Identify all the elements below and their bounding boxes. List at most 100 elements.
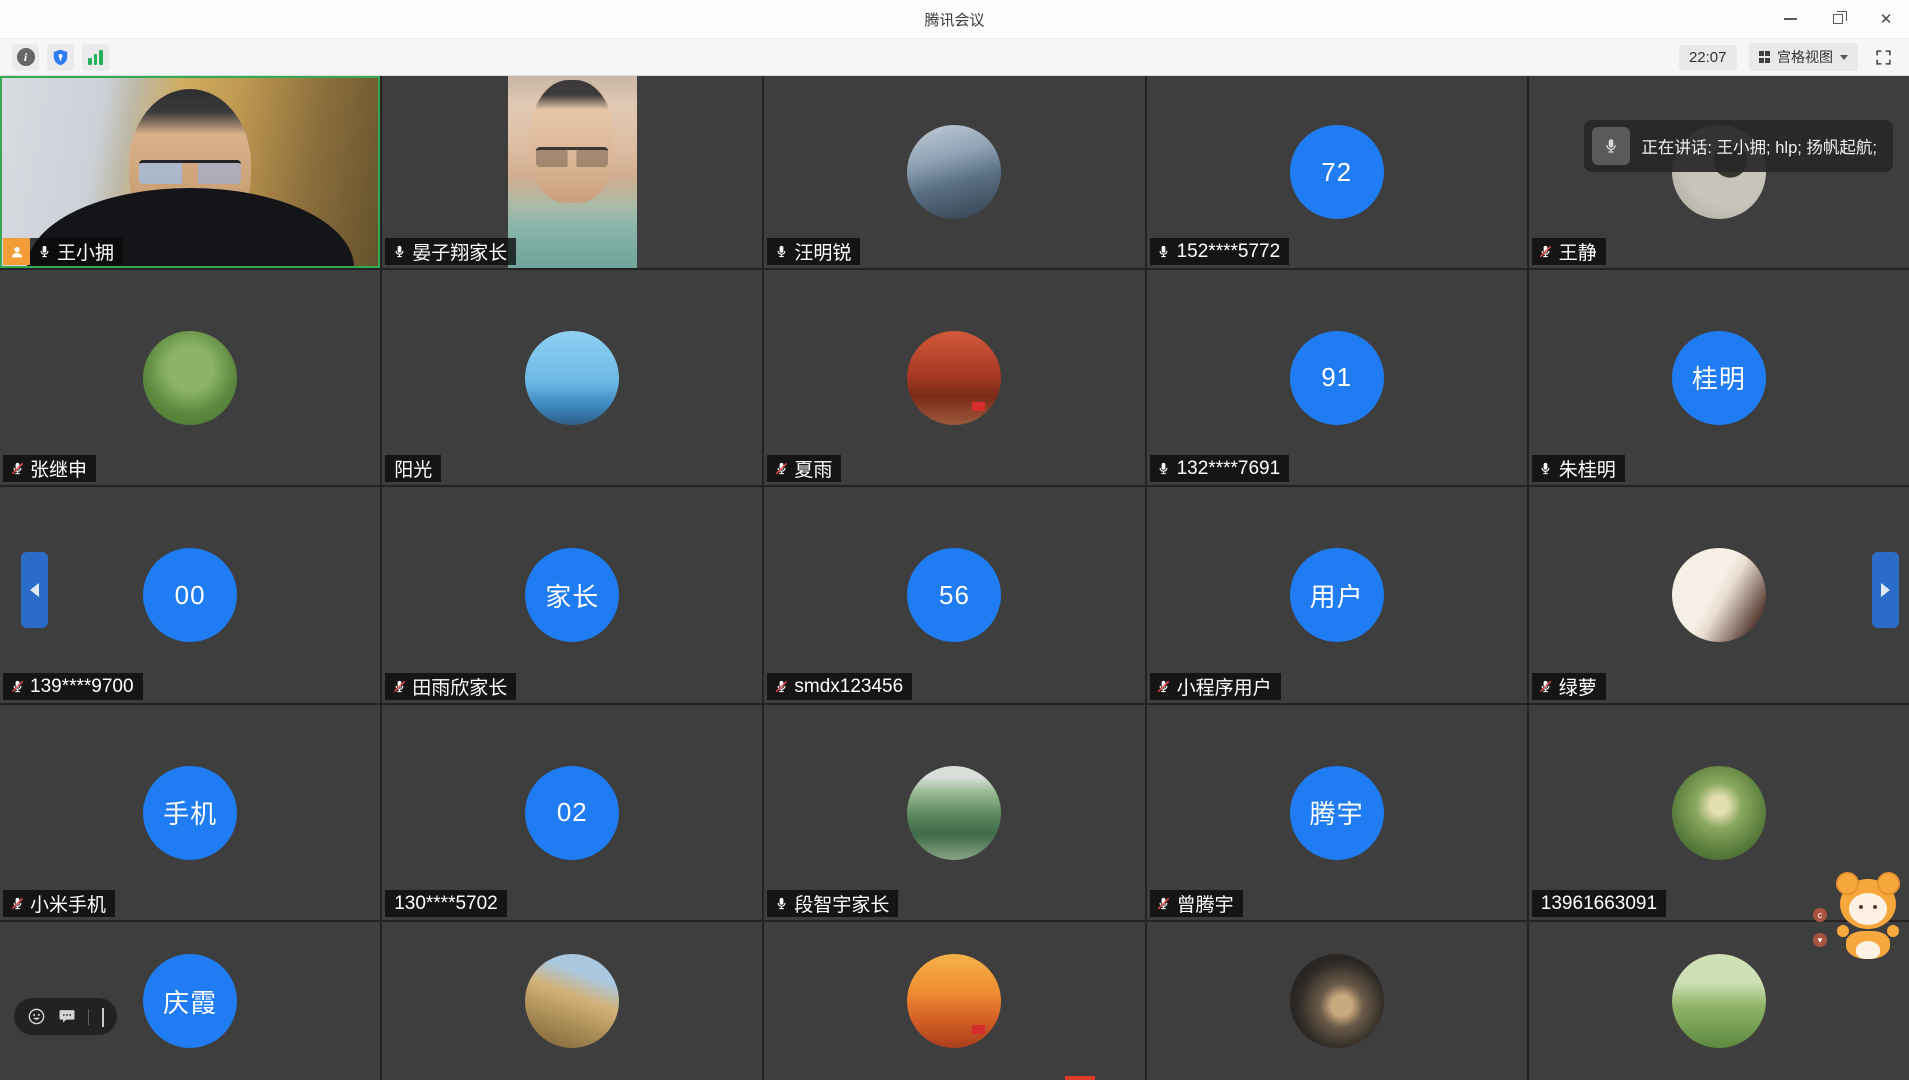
participant-label: 段智宇家长	[767, 890, 899, 917]
fullscreen-button[interactable]	[1870, 44, 1897, 71]
prev-page-button[interactable]	[21, 552, 48, 628]
sticker-dot: ▾	[1813, 933, 1827, 947]
speaking-toast: 正在讲话: 王小拥; hlp; 扬帆起航;	[1584, 120, 1893, 172]
mic-muted-icon	[1538, 243, 1554, 261]
quick-actions-bar	[14, 998, 117, 1035]
participant-label: 夏雨	[767, 455, 842, 482]
next-page-button[interactable]	[1872, 552, 1899, 628]
participant-label: 汪明锐	[767, 238, 861, 265]
participant-tile[interactable]: 张继申	[0, 270, 381, 485]
speaking-text: 正在讲话: 王小拥; hlp; 扬帆起航;	[1641, 139, 1877, 157]
participant-tile[interactable]: 手机 小米手机	[0, 705, 381, 920]
security-shield-icon	[53, 49, 68, 65]
participant-label: 张继申	[3, 455, 97, 482]
meeting-window: 腾讯会议 ✕ i 22:07 宫格视图 正在讲话: 王小拥; hlp; 扬帆起航…	[0, 0, 1909, 1080]
mic-muted-icon	[9, 678, 25, 696]
participant-tile[interactable]: 王小拥	[0, 76, 381, 268]
participant-name: 曾腾宇	[1176, 895, 1234, 916]
participant-tile[interactable]: 91 132****7691	[1146, 270, 1527, 485]
mascot-body	[1846, 931, 1890, 959]
mic-on-icon	[391, 243, 407, 261]
participant-name: 小米手机	[30, 895, 107, 916]
participant-tile[interactable]: 02 130****5702	[382, 705, 763, 920]
participant-name: 段智宇家长	[794, 895, 890, 916]
participant-tile[interactable]: 腾宇 曾腾宇	[1146, 705, 1527, 920]
participant-label: 朱桂明	[1531, 455, 1625, 482]
avatar-text: 00	[174, 579, 206, 610]
emoji-reaction-icon	[28, 1008, 45, 1025]
participant-tile[interactable]: 夏雨	[764, 270, 1145, 485]
meeting-info-button[interactable]: i	[12, 43, 39, 71]
participant-tile[interactable]: 用户 小程序用户	[1146, 487, 1527, 703]
participant-tile[interactable]	[382, 922, 763, 1080]
emoji-reaction-button[interactable]	[27, 1007, 46, 1026]
avatar: 桂明	[1671, 330, 1766, 425]
sticker-dot: c	[1813, 908, 1827, 922]
person-icon	[11, 246, 22, 257]
security-button[interactable]	[47, 43, 74, 71]
participant-label: 曾腾宇	[1149, 890, 1243, 917]
participant-label: 王静	[1531, 238, 1606, 265]
participant-tile[interactable]: 家长 田雨欣家长	[382, 487, 763, 703]
participant-label: smdx123456	[767, 673, 913, 700]
video-person-body	[530, 79, 615, 203]
participant-name: 130****5702	[394, 892, 498, 914]
toolbar-right: 22:07 宫格视图	[1678, 43, 1897, 71]
avatar-text: 桂明	[1691, 364, 1746, 394]
participant-name: 阳光	[394, 460, 433, 481]
mic-on-icon	[773, 243, 789, 261]
avatar-photo-anime	[1671, 548, 1766, 642]
participant-name: 13961663091	[1540, 892, 1658, 914]
restore-icon	[1833, 11, 1847, 24]
minimize-button[interactable]	[1781, 10, 1799, 28]
view-mode-button[interactable]: 宫格视图	[1748, 43, 1858, 71]
participant-tile[interactable]: 晏子翔家长	[382, 76, 763, 268]
participant-tile[interactable]: 王静	[1528, 76, 1909, 268]
video-person-glasses	[138, 160, 241, 185]
avatar-photo-sunset	[907, 954, 1002, 1048]
avatar-photo-rock	[525, 954, 620, 1048]
participant-name: 朱桂明	[1558, 460, 1616, 481]
avatar-photo-autumn	[907, 330, 1002, 425]
avatar: 家长	[525, 548, 620, 642]
chevron-left-icon	[30, 583, 39, 597]
participant-tile[interactable]	[764, 922, 1145, 1080]
mascot-face	[1849, 893, 1887, 925]
participant-name: 田雨欣家长	[412, 678, 508, 699]
avatar: 91	[1289, 330, 1384, 425]
participant-tile[interactable]: 段智宇家长	[764, 705, 1145, 920]
participant-tile[interactable]: 阳光	[382, 270, 763, 485]
avatar: 腾宇	[1289, 765, 1384, 860]
mic-muted-icon	[391, 678, 407, 696]
chat-button[interactable]	[57, 1007, 77, 1026]
avatar-photo-sun	[525, 330, 620, 425]
view-mode-label: 宫格视图	[1777, 49, 1833, 65]
avatar-photo-desk	[1289, 954, 1384, 1048]
participant-tile[interactable]: 56 smdx123456	[764, 487, 1145, 703]
participant-tile[interactable]: 绿萝	[1528, 487, 1909, 703]
avatar: 庆霞	[143, 954, 238, 1048]
avatar-photo-guilin	[907, 765, 1002, 860]
participant-name: 汪明锐	[794, 243, 852, 264]
close-button[interactable]: ✕	[1877, 10, 1895, 28]
participant-tile[interactable]	[1146, 922, 1527, 1080]
collapse-button[interactable]	[100, 1007, 104, 1027]
grid-view-icon	[1758, 51, 1770, 63]
mic-on-icon	[36, 243, 52, 261]
mic-on-icon	[773, 895, 789, 913]
participant-name: 夏雨	[794, 460, 833, 481]
mic-muted-icon	[9, 895, 25, 913]
participant-tile[interactable]: 汪明锐	[764, 76, 1145, 268]
participant-name: smdx123456	[794, 675, 904, 697]
pet-sticker[interactable]	[1829, 871, 1907, 963]
network-status-button[interactable]	[82, 43, 109, 71]
restore-button[interactable]	[1829, 10, 1847, 28]
participant-tile[interactable]: 桂明 朱桂明	[1528, 270, 1909, 485]
participant-name: 132****7691	[1176, 457, 1281, 479]
participant-label: 132****7691	[1149, 455, 1290, 482]
participant-tile[interactable]: 00 139****9700	[0, 487, 381, 703]
mic-muted-icon	[773, 460, 789, 478]
participant-tile[interactable]: 72 152****5772	[1146, 76, 1527, 268]
participant-name: 张继申	[30, 460, 88, 481]
participant-label: 阳光	[385, 455, 442, 482]
